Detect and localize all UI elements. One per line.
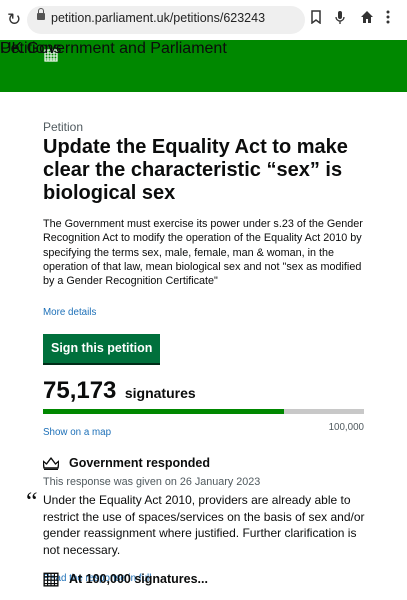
signature-goal: 100,000 bbox=[328, 422, 364, 434]
microphone-icon[interactable] bbox=[334, 10, 346, 28]
home-icon[interactable] bbox=[360, 10, 374, 27]
url-text[interactable]: petition.parliament.uk/petitions/623243 bbox=[51, 11, 265, 25]
quote-mark-icon: “ bbox=[26, 487, 38, 517]
milestone-heading: At 100,000 signatures... bbox=[43, 571, 208, 587]
petition-content: Petition Update the Equality Act to make… bbox=[26, 120, 373, 586]
petition-title: Update the Equality Act to make clear th… bbox=[43, 136, 348, 204]
response-heading-text: Government responded bbox=[69, 456, 210, 471]
government-response: Government responded This response was g… bbox=[26, 456, 373, 586]
signature-number: 75,173 bbox=[43, 377, 117, 405]
signature-count: 75,173 signatures bbox=[43, 377, 373, 405]
lock-icon bbox=[37, 8, 45, 20]
show-on-map-link[interactable]: Show on a map bbox=[43, 427, 111, 438]
petition-body: The Government must exercise its power u… bbox=[43, 218, 363, 288]
reload-icon[interactable]: ↻ bbox=[7, 10, 21, 30]
response-quote: “ Under the Equality Act 2010, providers… bbox=[26, 489, 373, 558]
browser-toolbar: ↻ petition.parliament.uk/petitions/62324… bbox=[0, 0, 407, 41]
signature-label: signatures bbox=[124, 385, 196, 402]
response-quote-text: Under the Equality Act 2010, providers a… bbox=[43, 493, 365, 557]
milestone-text: At 100,000 signatures... bbox=[69, 572, 208, 586]
signature-progress-bar bbox=[43, 409, 364, 415]
portcullis-icon bbox=[43, 572, 59, 587]
response-date: This response was given on 26 January 20… bbox=[43, 476, 261, 489]
response-heading: Government responded bbox=[43, 456, 373, 470]
site-subtitle: UK Government and Parliament bbox=[0, 40, 227, 57]
progress-fill bbox=[43, 409, 285, 415]
sign-petition-button[interactable]: Sign this petition bbox=[43, 334, 161, 364]
crown-icon bbox=[43, 457, 59, 470]
more-details-link[interactable]: More details bbox=[43, 307, 96, 318]
petition-caption: Petition bbox=[43, 120, 84, 134]
bookmark-icon[interactable] bbox=[310, 10, 322, 27]
more-vert-icon[interactable] bbox=[386, 10, 390, 27]
